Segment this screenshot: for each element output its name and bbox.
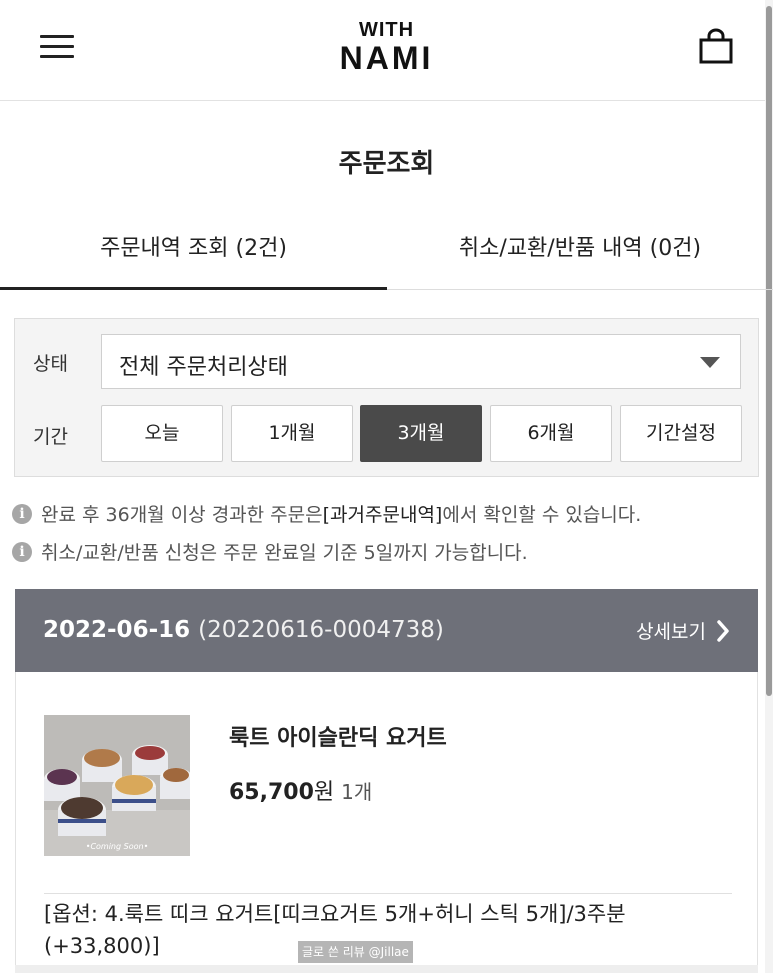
period-today-button[interactable]: 오늘	[101, 405, 223, 462]
bottom-divider	[15, 965, 758, 973]
logo-top-text: WITH	[358, 19, 415, 41]
order-number: (20220616-0004738)	[198, 617, 444, 643]
product-quantity: 1개	[341, 780, 373, 804]
status-label: 상태	[33, 353, 68, 375]
order-tabs: 주문내역 조회 (2건) 취소/교환/반품 내역 (0건)	[0, 218, 773, 290]
scrollbar-thumb[interactable]	[766, 6, 772, 696]
notice-2-text: 취소/교환/반품 신청은 주문 완료일 기준 5일까지 가능합니다.	[41, 542, 528, 564]
product-image: •Coming Soon•	[44, 715, 190, 856]
notice-1-post: 에서 확인할 수 있습니다.	[442, 504, 642, 526]
period-6month-button[interactable]: 6개월	[490, 405, 612, 462]
period-3month-button[interactable]: 3개월	[360, 405, 482, 462]
notice-past-orders: i 완료 후 36개월 이상 경과한 주문은 [과거주문내역] 에서 확인할 수 …	[12, 500, 641, 527]
filter-panel: 상태 전체 주문처리상태 기간 오늘 1개월 3개월 6개월 기간설정	[14, 318, 759, 477]
period-custom-button[interactable]: 기간설정	[620, 405, 742, 462]
chevron-right-icon	[717, 619, 729, 642]
page-title: 주문조회	[338, 149, 435, 179]
caret-down-icon	[700, 357, 720, 368]
status-select[interactable]: 전체 주문처리상태	[101, 334, 741, 389]
price-currency: 원	[313, 780, 335, 805]
logo-bottom-text: NAMI	[339, 40, 434, 76]
tab-order-history[interactable]: 주문내역 조회 (2건)	[0, 218, 387, 290]
order-detail-link[interactable]: 상세보기	[636, 617, 730, 644]
price-line: 65,700원 1개	[229, 774, 372, 806]
watermark: 글로 쓴 리뷰 @Jillae	[298, 941, 413, 963]
thumbnail-caption: •Coming Soon•	[86, 842, 149, 851]
shopping-bag-icon[interactable]	[698, 28, 734, 66]
tab-cancel-exchange-return[interactable]: 취소/교환/반품 내역 (0건)	[387, 218, 773, 290]
divider	[44, 893, 732, 894]
product-price: 65,700	[229, 780, 314, 805]
order-header: 2022-06-16 (20220616-0004738) 상세보기	[15, 589, 758, 672]
notice-cancel-policy: i 취소/교환/반품 신청은 주문 완료일 기준 5일까지 가능합니다.	[12, 538, 528, 565]
notice-1-pre: 완료 후 36개월 이상 경과한 주문은	[41, 504, 323, 526]
brand-logo[interactable]: WITH NAMI	[0, 20, 773, 74]
product-thumbnail[interactable]: •Coming Soon•	[44, 715, 190, 856]
info-icon: i	[12, 541, 32, 562]
product-name[interactable]: 룩트 아이슬란딕 요거트	[229, 720, 447, 752]
past-orders-link[interactable]: [과거주문내역]	[323, 500, 443, 527]
top-header: WITH NAMI	[0, 0, 773, 101]
order-date: 2022-06-16	[43, 617, 191, 643]
period-label: 기간	[33, 426, 68, 448]
order-date-line: 2022-06-16 (20220616-0004738)	[43, 617, 444, 643]
period-1month-button[interactable]: 1개월	[231, 405, 353, 462]
detail-link-label: 상세보기	[636, 621, 706, 643]
info-icon: i	[12, 503, 32, 524]
status-select-value: 전체 주문처리상태	[119, 355, 288, 380]
order-item: •Coming Soon• 룩트 아이슬란딕 요거트 65,700원 1개 [옵…	[15, 672, 758, 973]
